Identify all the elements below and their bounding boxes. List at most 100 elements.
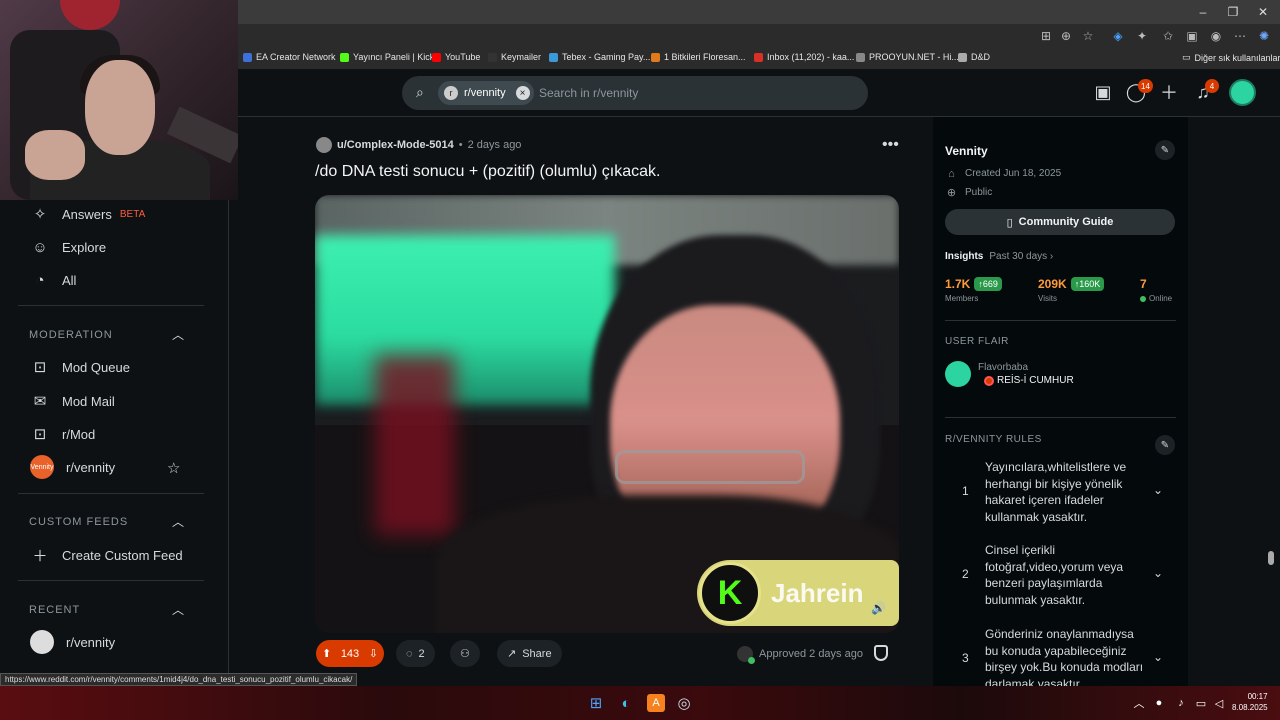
bookmark-inbox[interactable]: Inbox (11,202) - kaa... bbox=[754, 52, 854, 62]
edit-pencil-icon[interactable]: ✎ bbox=[1155, 140, 1175, 160]
chevron-down-icon[interactable]: ⌄ bbox=[1153, 566, 1163, 580]
bookmark-ea[interactable]: EA Creator Network bbox=[243, 52, 336, 62]
page-scrollbar[interactable] bbox=[1268, 551, 1274, 565]
recent-header[interactable]: RECENT bbox=[29, 604, 80, 616]
minimize-icon[interactable]: – bbox=[1188, 0, 1218, 24]
insights-header[interactable]: Insights Past 30 days › bbox=[945, 251, 1053, 262]
stat-visits: 209K ↑160K Visits bbox=[1038, 277, 1105, 303]
microphone-icon[interactable]: ♪ bbox=[1172, 694, 1190, 712]
bookmark-floresan[interactable]: 1 Bitkileri Floresan... bbox=[651, 52, 746, 62]
more-menu-icon[interactable]: ⋯ bbox=[1232, 28, 1248, 44]
volume-icon[interactable]: 🔊 bbox=[871, 601, 886, 615]
app-a-icon[interactable]: A bbox=[647, 694, 665, 712]
favorite-star-icon[interactable]: ☆ bbox=[1080, 28, 1096, 44]
post-author[interactable]: u/Complex-Mode-5014 bbox=[337, 139, 454, 151]
globe-icon bbox=[856, 52, 865, 62]
post-video[interactable]: K Jahrein 🔊 bbox=[315, 195, 899, 633]
rule-item[interactable]: 2 Cinsel içerikli fotoğraf,video,yorum v… bbox=[945, 542, 1175, 612]
search-placeholder[interactable]: Search in r/vennity bbox=[539, 86, 638, 100]
more-options-icon[interactable]: ••• bbox=[882, 136, 899, 154]
search-bar[interactable]: ⌕ r r/vennity × Search in r/vennity bbox=[402, 76, 868, 110]
video-glasses bbox=[615, 450, 805, 484]
profile-icon[interactable]: ◉ bbox=[1208, 28, 1224, 44]
bookmark-dnd[interactable]: D&D bbox=[958, 52, 990, 62]
post-title[interactable]: /do DNA testi sonucu + (pozitif) (olumlu… bbox=[315, 163, 660, 181]
windows-start-icon[interactable]: ⊞ bbox=[587, 694, 605, 712]
upvote-icon[interactable]: ⬆ bbox=[322, 647, 331, 660]
speaker-icon[interactable]: ◁ bbox=[1210, 694, 1228, 712]
collections-icon[interactable]: ▣ bbox=[1184, 28, 1200, 44]
bookmark-prooyun[interactable]: PROOYUN.NET - Hi... bbox=[856, 52, 959, 62]
tray-chevron-icon[interactable]: ︿ bbox=[1130, 694, 1148, 712]
bookmark-youtube[interactable]: YouTube bbox=[432, 52, 480, 62]
nav-r-mod[interactable]: ⊡ r/Mod bbox=[30, 422, 96, 446]
windows-taskbar bbox=[0, 686, 1280, 720]
share-button[interactable]: ↗ Share bbox=[497, 640, 562, 667]
nav-explore[interactable]: ☺ Explore bbox=[30, 235, 106, 259]
nav-mod-mail[interactable]: ✉ Mod Mail bbox=[30, 389, 115, 413]
award-button[interactable]: ⚇ bbox=[450, 640, 480, 667]
user-avatar[interactable] bbox=[1229, 79, 1256, 106]
nav-divider bbox=[18, 305, 204, 306]
comments-button[interactable]: ◌ 2 bbox=[396, 640, 435, 667]
steam-icon[interactable]: ◎ bbox=[675, 694, 693, 712]
kick-logo-icon: K bbox=[699, 562, 761, 624]
post-age: 2 days ago bbox=[467, 139, 522, 151]
chevron-down-icon[interactable]: ⌄ bbox=[1153, 650, 1163, 664]
favorites-icon[interactable]: ✩ bbox=[1160, 28, 1176, 44]
subreddit-chip[interactable]: r r/vennity × bbox=[438, 81, 534, 105]
tray-app-icon[interactable]: ● bbox=[1150, 694, 1168, 712]
flair-avatar[interactable] bbox=[945, 361, 971, 387]
kick-watermark: K Jahrein bbox=[697, 560, 899, 626]
bookmark-other[interactable]: ▭ Diğer sık kullanılanlar bbox=[1182, 52, 1280, 63]
author-avatar[interactable] bbox=[316, 137, 332, 153]
zoom-icon[interactable]: ⊕ bbox=[1058, 28, 1074, 44]
bookmark-keymailer[interactable]: Keymailer bbox=[488, 52, 541, 62]
edit-pencil-icon[interactable]: ✎ bbox=[1155, 435, 1175, 455]
created-date: ⌂ Created Jun 18, 2025 bbox=[945, 167, 1061, 180]
chevron-up-icon[interactable]: ︿ bbox=[172, 326, 188, 342]
chevron-up-icon[interactable]: ︿ bbox=[172, 601, 188, 617]
mod-shield-icon[interactable] bbox=[874, 645, 888, 661]
copilot-icon[interactable]: ✺ bbox=[1256, 28, 1272, 44]
webcam-overlay bbox=[0, 0, 238, 200]
puzzle-icon[interactable]: ✦ bbox=[1134, 28, 1150, 44]
chevron-up-icon[interactable]: ︿ bbox=[172, 513, 188, 529]
status-url: https://www.reddit.com/r/vennity/comment… bbox=[0, 673, 358, 686]
sidebar-divider bbox=[945, 417, 1176, 418]
community-name: Vennity bbox=[945, 144, 988, 158]
edge-icon[interactable]: ◐ bbox=[617, 694, 635, 712]
downvote-icon[interactable]: ⇩ bbox=[369, 647, 378, 660]
chip-remove-icon[interactable]: × bbox=[515, 86, 530, 100]
nav-all[interactable]: ◔ All bbox=[30, 268, 76, 292]
ad-icon[interactable]: ▣ bbox=[1091, 80, 1115, 104]
favorite-star-icon[interactable]: ☆ bbox=[167, 459, 183, 477]
nav-answers[interactable]: ✧ Answers BETA bbox=[30, 202, 146, 226]
nav-r-vennity[interactable]: Vennity r/vennity bbox=[30, 455, 115, 479]
youtube-icon bbox=[432, 52, 441, 62]
bookmark-kick[interactable]: Yayıncı Paneli | Kick bbox=[340, 52, 434, 62]
rule-item[interactable]: 1 Yayıncılara,whitelistlere ve herhangi … bbox=[945, 459, 1175, 529]
app-available-icon[interactable]: ⊞ bbox=[1038, 28, 1054, 44]
community-guide-button[interactable]: ▯ Community Guide bbox=[945, 209, 1175, 235]
cake-icon: ⌂ bbox=[948, 167, 955, 180]
nav-mod-queue[interactable]: ⊡ Mod Queue bbox=[30, 355, 130, 379]
flair-tag[interactable]: REİS-İ CUMHUR bbox=[984, 375, 1074, 386]
display-icon[interactable]: ▭ bbox=[1192, 694, 1210, 712]
video-chair-accent bbox=[375, 355, 455, 535]
create-post-icon[interactable]: ＋ bbox=[1157, 80, 1181, 104]
nav-create-custom-feed[interactable]: ＋ Create Custom Feed bbox=[30, 543, 182, 567]
system-clock[interactable]: 00:17 8.08.2025 bbox=[1232, 691, 1268, 713]
restore-icon[interactable]: ❐ bbox=[1218, 0, 1248, 24]
custom-feeds-header[interactable]: CUSTOM FEEDS bbox=[29, 516, 128, 528]
mail-icon: ✉ bbox=[33, 393, 47, 410]
nav-recent-vennity[interactable]: r/vennity bbox=[30, 630, 115, 654]
bookmark-tebex[interactable]: Tebex - Gaming Pay... bbox=[549, 52, 650, 62]
close-icon[interactable]: ✕ bbox=[1248, 0, 1278, 24]
screen: – ❐ ✕ ⊞ ⊕ ☆ ◈ ✦ ✩ ▣ ◉ ⋯ ✺ EA Creator Net… bbox=[0, 0, 1280, 720]
rule-item[interactable]: 3 Gönderiniz onaylanmadıysa bu konuda ya… bbox=[945, 626, 1175, 686]
extension-icon[interactable]: ◈ bbox=[1110, 28, 1126, 44]
keymailer-icon bbox=[488, 52, 497, 62]
chevron-down-icon[interactable]: ⌄ bbox=[1153, 483, 1163, 497]
moderation-header[interactable]: MODERATION bbox=[29, 329, 113, 341]
